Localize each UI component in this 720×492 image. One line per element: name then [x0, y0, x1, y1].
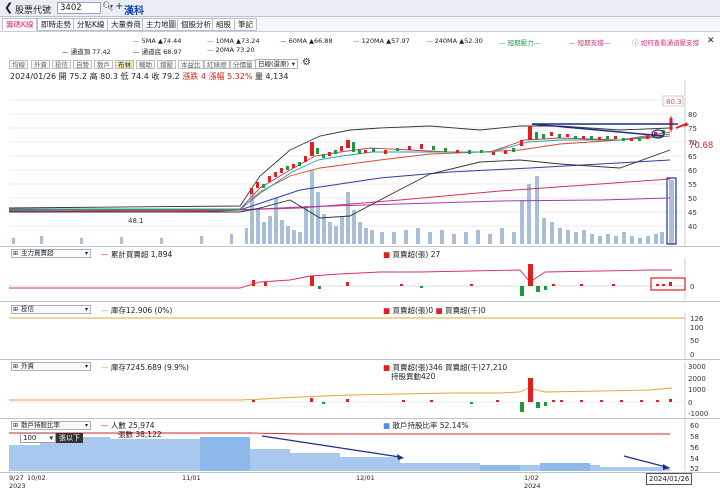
- tab-bar: 籌碼K線 即時走勢 分點K線 大量券商 主力地圖 個股分析 組股 筆記: [0, 17, 720, 32]
- stock-name: 漢科: [124, 6, 144, 17]
- x-axis-year: 2024: [524, 482, 541, 490]
- short-support-label: — 短期支撐---: [569, 39, 611, 47]
- foreign-chart[interactable]: 3000 2000 1000 0 -1000: [0, 362, 720, 418]
- retail-lots-text: 張數 38,122: [118, 430, 162, 439]
- tab-branch-kline[interactable]: 分點K線: [73, 18, 109, 31]
- lot-threshold-label: 張以下: [56, 433, 83, 443]
- channel-top-label: — 通道頂 77.42: [62, 48, 111, 56]
- price-y-tick: 80: [688, 111, 697, 119]
- toolbar-support[interactable]: 撐壓: [157, 60, 176, 69]
- x-axis-label: 9/27: [9, 474, 24, 482]
- tab-realtime[interactable]: 即時走勢: [37, 18, 75, 31]
- retail-select[interactable]: 散戶持股比率: [11, 421, 91, 430]
- x-axis-label: 11/01: [182, 474, 201, 482]
- toolbar-pe[interactable]: 本益比: [178, 60, 204, 69]
- trust-y-tick: 126: [690, 315, 704, 323]
- stock-code-label: 股票代號: [15, 6, 52, 16]
- main-force-select[interactable]: 主力買賣超: [11, 249, 91, 258]
- tab-notes[interactable]: 筆記: [234, 18, 257, 31]
- tab-chip-kline[interactable]: 籌碼K線: [2, 18, 38, 31]
- trust-y-tick: 100: [690, 324, 703, 332]
- foreign-y-tick: 1000: [688, 386, 706, 394]
- divider: [0, 359, 720, 360]
- tab-major-brokers[interactable]: 大量券商: [107, 18, 145, 31]
- divider: [0, 472, 720, 473]
- divider: [0, 301, 720, 302]
- price-y-tick: 40: [688, 223, 697, 231]
- trust-chart[interactable]: 126 100 50 0: [0, 313, 720, 359]
- retail-ratio-text: ■ 散戶持股比率 52.14%: [383, 421, 469, 430]
- channel-bottom-label: — 通道底 68.97: [133, 48, 182, 56]
- x-axis-label: 12/01: [356, 474, 375, 482]
- tab-main-force-map[interactable]: 主力地圖: [142, 18, 180, 31]
- price-y-tick: 75: [688, 125, 697, 133]
- retail-y-tick: 56: [690, 444, 699, 452]
- ma240-label: — 240MA ▲52.30: [426, 37, 483, 45]
- help-link[interactable]: ⓘ 如何查看通道壓支撐: [632, 37, 699, 47]
- high-price-badge: 80.3: [666, 98, 682, 106]
- divider: [0, 246, 720, 247]
- foreign-y-tick: 0: [688, 399, 692, 407]
- gear-icon[interactable]: ⚙: [302, 57, 311, 68]
- toolbar-aux[interactable]: 輔助: [136, 60, 155, 69]
- price-y-tick: 60: [688, 167, 697, 175]
- toolbar-bollinger[interactable]: 布林: [115, 60, 134, 69]
- price-y-tick: 45: [688, 209, 697, 217]
- foreign-y-tick: 3000: [688, 363, 706, 371]
- dropdown-icon[interactable]: ▾: [110, 3, 113, 10]
- toolbar-traffic-light[interactable]: 紅綠燈: [204, 60, 230, 69]
- short-resistance-label: — 短期壓力---: [499, 39, 541, 47]
- ma20-label: — 20MA 73.20: [207, 46, 255, 54]
- toolbar-retail[interactable]: 散戶: [94, 60, 113, 69]
- x-axis-label: 1/02: [524, 474, 539, 482]
- retail-y-tick: 52: [690, 465, 699, 471]
- close-icon[interactable]: ✕: [707, 36, 715, 46]
- price-chart[interactable]: 80 75 70 65 60 55 50 45 40 80.3 70.68 48…: [0, 80, 720, 246]
- toolbar-ma[interactable]: 均線: [9, 60, 28, 69]
- toolbar-dealer[interactable]: 自營: [73, 60, 92, 69]
- ma120-label: — 120MA ▲57.97: [353, 37, 410, 45]
- ma5-label: — 5MA ▲74.44: [133, 37, 182, 45]
- toolbar-foreign[interactable]: 外資: [31, 60, 50, 69]
- x-axis-label: 10/02: [27, 474, 46, 482]
- low-price-label: 48.1: [128, 217, 144, 225]
- retail-y-tick: 54: [690, 455, 699, 463]
- stock-code-input[interactable]: 3402: [57, 2, 101, 14]
- top-bar: ❮ 股票代號 3402 🔍︎ ▾ + 漢科: [0, 0, 720, 17]
- trust-y-tick: 50: [690, 337, 699, 345]
- price-y-tick: 55: [688, 181, 697, 189]
- retail-y-tick: 60: [690, 422, 699, 430]
- price-y-tick: 65: [688, 153, 697, 161]
- foreign-y-tick: 2000: [688, 375, 706, 383]
- x-axis-year: 2023: [9, 482, 26, 490]
- ma10-label: — 10MA ▲73.24: [207, 37, 260, 45]
- toolbar-price-volume[interactable]: 分價量: [230, 60, 256, 69]
- main-force-y-tick: 0: [690, 283, 694, 291]
- price-y-tick: 50: [688, 195, 697, 203]
- period-select[interactable]: 日線(還原) ▾: [255, 59, 298, 69]
- foreign-y-tick: -1000: [688, 410, 708, 418]
- toolbar-trust[interactable]: 投信: [52, 60, 71, 69]
- tab-group[interactable]: 組股: [212, 18, 235, 31]
- current-date-label: 2024/01/26: [646, 473, 693, 485]
- right-price-label: 70.68: [689, 141, 713, 151]
- lot-threshold-select[interactable]: 100 ▾: [20, 433, 56, 443]
- chevron-left-icon[interactable]: ❮: [4, 1, 13, 14]
- add-icon[interactable]: +: [115, 1, 123, 12]
- tab-stock-analysis[interactable]: 個股分析: [177, 18, 215, 31]
- trust-y-tick: 0: [690, 351, 694, 359]
- retail-y-tick: 58: [690, 433, 699, 441]
- main-force-chart[interactable]: 0: [0, 258, 720, 300]
- ma60-label: — 60MA ▲66.88: [280, 37, 333, 45]
